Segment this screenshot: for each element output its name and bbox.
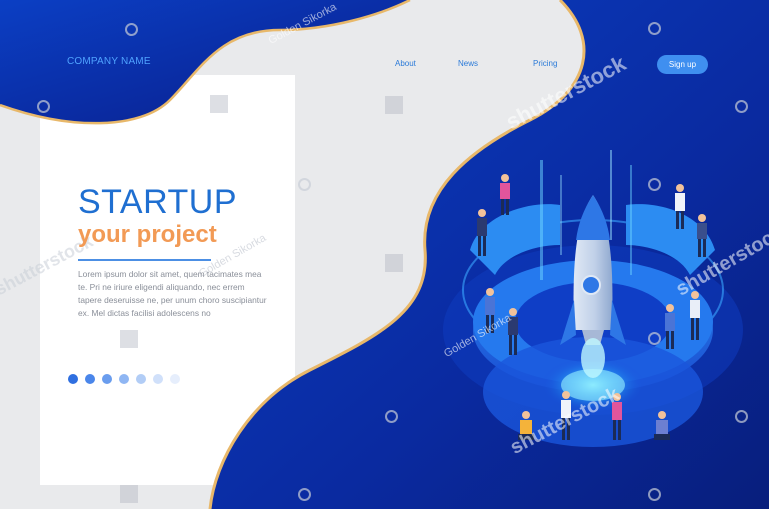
carousel-dot-3[interactable] [102, 374, 112, 384]
nav-pricing[interactable]: Pricing [533, 59, 557, 68]
nav-about[interactable]: About [395, 59, 416, 68]
carousel-dots [68, 374, 180, 384]
headline-divider [78, 259, 211, 261]
company-name[interactable]: COMPANY NAME [67, 56, 151, 67]
carousel-dot-2[interactable] [85, 374, 95, 384]
carousel-dot-5[interactable] [136, 374, 146, 384]
carousel-dot-4[interactable] [119, 374, 129, 384]
carousel-dot-6[interactable] [153, 374, 163, 384]
carousel-dot-7[interactable] [170, 374, 180, 384]
landing-page: shutterstock shutterstock shutterstock s… [0, 0, 769, 509]
nav-news[interactable]: News [458, 59, 478, 68]
signup-button[interactable]: Sign up [657, 55, 708, 74]
carousel-dot-1[interactable] [68, 374, 78, 384]
hero-subheadline: your project [78, 221, 217, 248]
background-illustration [0, 0, 769, 509]
hero-headline: STARTUP [78, 183, 238, 221]
hero-description: Lorem ipsum dolor sit amet, quem tacimat… [78, 269, 267, 318]
